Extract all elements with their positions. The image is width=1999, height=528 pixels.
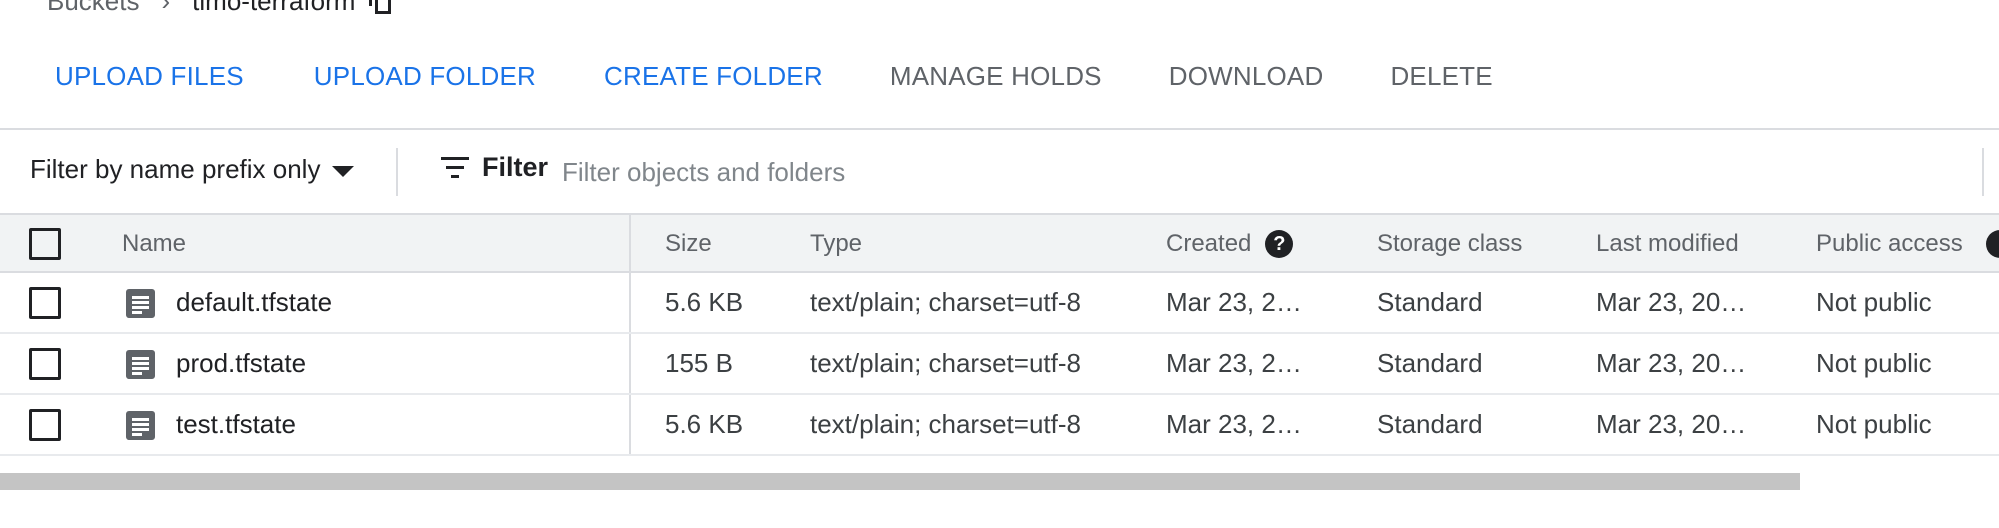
public-access-help-icon[interactable] — [1986, 230, 1999, 258]
filter-list-icon — [440, 156, 470, 179]
created-header-label: Created — [1166, 230, 1252, 257]
column-separator — [629, 334, 631, 393]
filter-prefix-label: Filter by name prefix only — [30, 154, 321, 184]
filter-prefix-select[interactable]: Filter by name prefix only — [30, 154, 355, 185]
manage-holds-button[interactable]: MANAGE HOLDS — [890, 53, 1102, 100]
copy-icon[interactable] — [369, 0, 393, 14]
table-row[interactable]: test.tfstate 5.6 KB text/plain; charset=… — [0, 395, 1999, 456]
document-icon — [126, 350, 155, 379]
select-all-checkbox[interactable] — [29, 228, 61, 260]
breadcrumb-bucket-name: timo-terraform — [192, 0, 356, 16]
object-actions-toolbar: UPLOAD FILES UPLOAD FOLDER CREATE FOLDER… — [55, 52, 1493, 100]
filter-objects-input[interactable] — [560, 146, 1964, 198]
row-checkbox[interactable] — [29, 348, 61, 380]
object-type: text/plain; charset=utf-8 — [810, 287, 1081, 317]
table-row[interactable]: default.tfstate 5.6 KB text/plain; chars… — [0, 273, 1999, 334]
object-size: 5.6 KB — [665, 409, 744, 439]
breadcrumb-separator: › — [161, 0, 171, 16]
object-created: Mar 23, 2… — [1166, 287, 1302, 317]
object-type: text/plain; charset=utf-8 — [810, 348, 1081, 378]
object-public-access: Not public — [1816, 287, 1932, 317]
filter-bar: Filter by name prefix only Filter — [0, 130, 1999, 213]
column-header-storage-class[interactable]: Storage class — [1377, 215, 1522, 273]
object-size: 5.6 KB — [665, 287, 744, 317]
column-separator — [629, 273, 631, 332]
table-row[interactable]: prod.tfstate 155 B text/plain; charset=u… — [0, 334, 1999, 395]
column-header-last-modified[interactable]: Last modified — [1596, 215, 1739, 273]
create-folder-button[interactable]: CREATE FOLDER — [604, 53, 823, 100]
table-header: Name Size Type Created ? Storage class L… — [0, 213, 1999, 273]
column-header-type[interactable]: Type — [810, 215, 862, 273]
column-header-created[interactable]: Created ? — [1166, 215, 1294, 273]
object-name-link[interactable]: prod.tfstate — [176, 334, 306, 393]
filter-label: Filter — [482, 152, 549, 182]
breadcrumb-buckets-link[interactable]: Buckets — [47, 0, 140, 17]
arrow-drop-down-icon — [332, 165, 355, 177]
upload-folder-button[interactable]: UPLOAD FOLDER — [314, 53, 536, 100]
row-checkbox[interactable] — [29, 409, 61, 441]
horizontal-scrollbar-thumb[interactable] — [0, 473, 1800, 490]
download-button[interactable]: DOWNLOAD — [1169, 53, 1324, 100]
row-checkbox[interactable] — [29, 287, 61, 319]
breadcrumb: Buckets › timo-terraform — [47, 0, 393, 16]
object-last-modified: Mar 23, 20… — [1596, 348, 1747, 378]
column-header-size[interactable]: Size — [665, 215, 712, 273]
object-created: Mar 23, 2… — [1166, 348, 1302, 378]
object-public-access: Not public — [1816, 348, 1932, 378]
objects-table: Name Size Type Created ? Storage class L… — [0, 213, 1999, 456]
object-storage-class: Standard — [1377, 409, 1483, 439]
object-public-access: Not public — [1816, 409, 1932, 439]
object-last-modified: Mar 23, 20… — [1596, 409, 1747, 439]
object-name-link[interactable]: test.tfstate — [176, 395, 296, 454]
document-icon — [126, 289, 155, 318]
column-header-public-access[interactable]: Public access — [1816, 215, 1963, 273]
name-column-resize-handle[interactable] — [629, 215, 631, 271]
column-header-name[interactable]: Name — [122, 215, 186, 273]
column-separator — [629, 395, 631, 454]
help-icon[interactable]: ? — [1265, 230, 1294, 258]
upload-files-button[interactable]: UPLOAD FILES — [55, 53, 244, 100]
object-storage-class: Standard — [1377, 287, 1483, 317]
object-storage-class: Standard — [1377, 348, 1483, 378]
object-name-link[interactable]: default.tfstate — [176, 273, 332, 332]
object-type: text/plain; charset=utf-8 — [810, 409, 1081, 439]
object-size: 155 B — [665, 348, 733, 378]
object-created: Mar 23, 2… — [1166, 409, 1302, 439]
object-last-modified: Mar 23, 20… — [1596, 287, 1747, 317]
delete-button[interactable]: DELETE — [1390, 53, 1492, 100]
filter-divider — [396, 148, 398, 196]
document-icon — [126, 411, 155, 440]
filter-button[interactable]: Filter — [440, 152, 548, 183]
filter-edge-divider — [1982, 148, 1984, 196]
